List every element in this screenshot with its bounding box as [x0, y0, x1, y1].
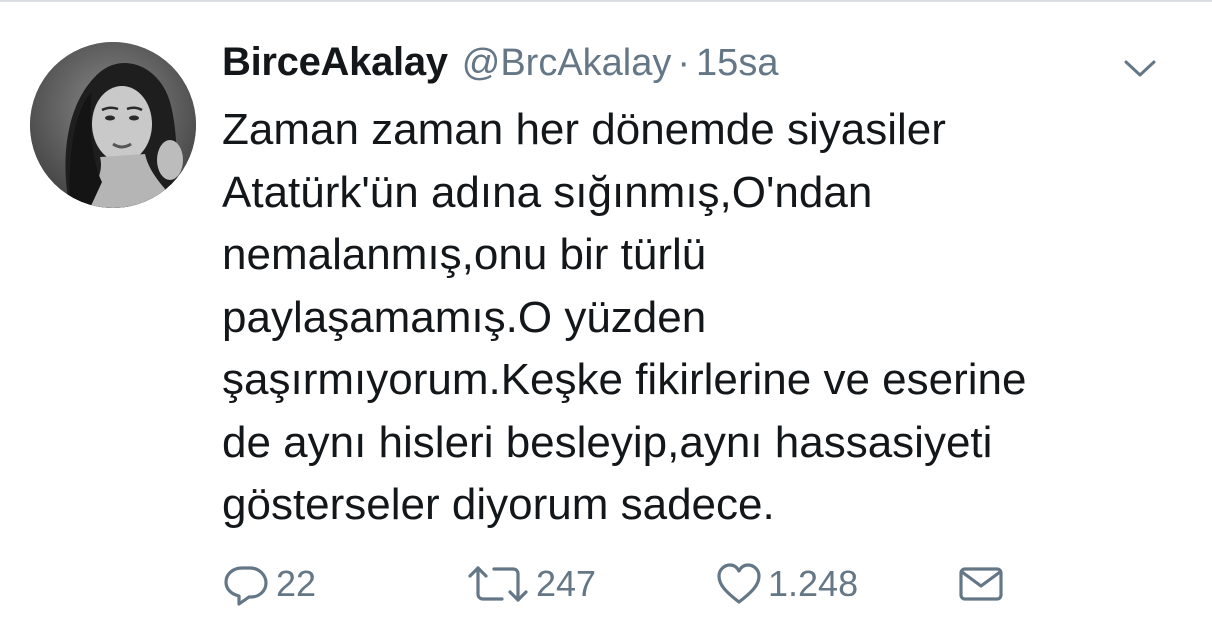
retweet-button[interactable]: 247	[466, 558, 596, 610]
tweet-text: Zaman zaman her dönemde siyasiler Atatür…	[222, 99, 1182, 537]
direct-message-button[interactable]	[958, 558, 1004, 610]
tweet-actions: 22 247 1.248	[222, 558, 1022, 610]
retweet-count: 247	[536, 563, 597, 604]
display-name[interactable]: BirceAkalay	[222, 40, 448, 85]
retweet-icon	[468, 566, 528, 602]
tweet-text-line: de aynı hisleri besleyip,aynı hassasiyet…	[222, 417, 993, 467]
avatar[interactable]	[30, 42, 196, 208]
reply-count: 22	[276, 563, 317, 604]
tweet-text-line: nemalanmış,onu bir türlü	[222, 230, 707, 279]
separator-dot: ·	[677, 42, 691, 84]
tweet-header: BirceAkalay @BrcAkalay · 15sa	[222, 40, 778, 92]
tweet-text-line: Atatürk'ün adına sığınmış,O'ndan	[222, 167, 873, 217]
tweet-text-line: Zaman zaman her dönemde siyasiler	[222, 105, 946, 154]
reply-button[interactable]: 22	[222, 558, 316, 610]
like-count: 1.248	[768, 563, 859, 604]
heart-icon	[717, 563, 761, 604]
reply-icon	[224, 566, 268, 606]
like-button[interactable]: 1.248	[716, 558, 858, 610]
user-handle[interactable]: @BrcAkalay	[462, 42, 672, 85]
chevron-down-icon[interactable]	[1121, 54, 1159, 82]
tweet-text-line: paylaşamamış.O yüzden	[222, 292, 707, 342]
tweet-text-line: gösterseler diyorum sadece.	[222, 480, 775, 529]
avatar-photo	[30, 42, 196, 208]
tweet-card[interactable]: BirceAkalay @BrcAkalay · 15sa Zaman zama…	[0, 2, 1212, 619]
timestamp[interactable]: 15sa	[696, 42, 778, 85]
envelope-icon	[959, 567, 1003, 601]
tweet-text-line: şaşırmıyorum.Keşke fikirlerine ve eserin…	[222, 355, 1027, 404]
